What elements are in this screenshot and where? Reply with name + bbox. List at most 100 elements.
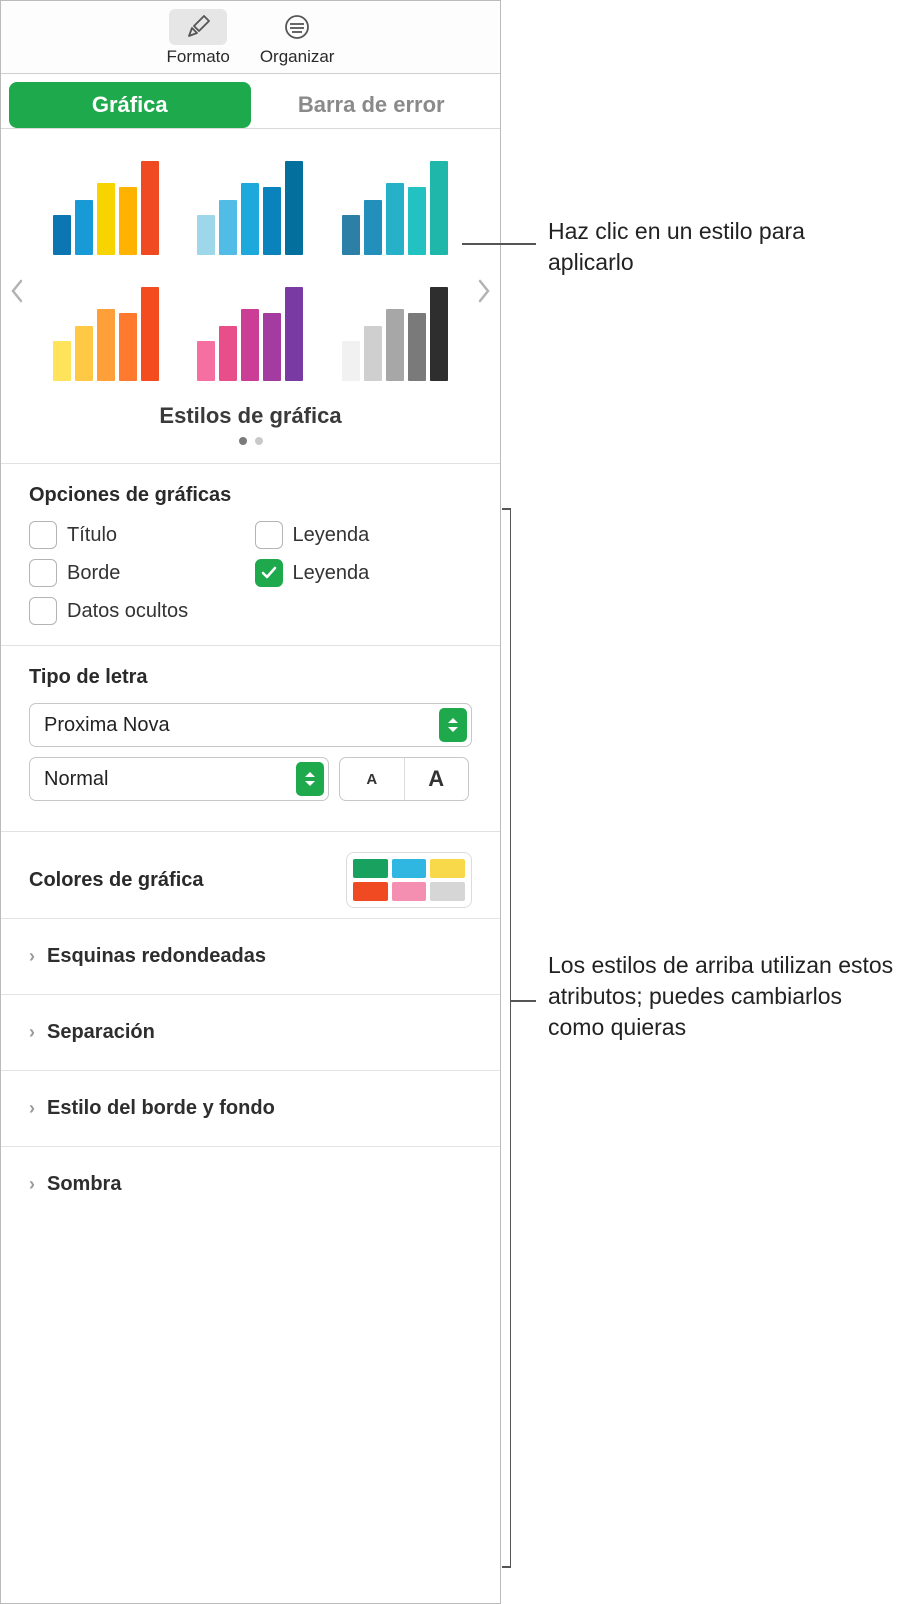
bar-icon — [53, 341, 71, 381]
arrange-tab-button[interactable]: Organizar — [254, 7, 341, 69]
stepper-icon — [296, 762, 324, 796]
color-cell — [353, 882, 388, 901]
inspector-toolbar: Formato Organizar — [1, 1, 500, 74]
font-family-value: Proxima Nova — [44, 714, 170, 737]
checkbox-label: Datos ocultos — [67, 600, 188, 623]
font-size-decrease-button[interactable]: A — [340, 758, 404, 800]
bar-icon — [430, 287, 448, 381]
tab-error-bars[interactable]: Barra de error — [251, 82, 493, 128]
bar-icon — [241, 183, 259, 255]
checkbox[interactable] — [255, 559, 283, 587]
chart-style-grid — [45, 159, 456, 385]
paintbrush-icon — [183, 13, 213, 41]
bar-icon — [241, 309, 259, 381]
chart-options-section: Opciones de gráficas TítuloLeyendaBordeL… — [1, 474, 500, 635]
checkmark-icon — [260, 564, 278, 582]
chart-style-thumb-4[interactable] — [45, 285, 167, 385]
font-style-select[interactable]: Normal — [29, 757, 329, 801]
bar-icon — [285, 287, 303, 381]
disclosure-label: Esquinas redondeadas — [47, 945, 266, 968]
bar-icon — [197, 341, 215, 381]
font-style-value: Normal — [44, 768, 108, 791]
callout-line — [462, 243, 536, 245]
checkbox[interactable] — [29, 559, 57, 587]
disclosure-separation[interactable]: › Separación — [1, 994, 500, 1070]
chart-style-thumb-5[interactable] — [189, 285, 311, 385]
bar-icon — [342, 341, 360, 381]
font-size-increase-button[interactable]: A — [404, 758, 469, 800]
chevron-right-icon — [477, 279, 491, 303]
divider — [1, 645, 500, 646]
chart-colors-swatch[interactable] — [346, 852, 472, 908]
arrange-tab-label: Organizar — [260, 47, 335, 67]
stepper-icon — [439, 708, 467, 742]
bar-icon — [263, 313, 281, 381]
bar-icon — [75, 200, 93, 255]
chevron-right-icon: › — [29, 1174, 35, 1195]
format-tab-label: Formato — [167, 47, 230, 67]
bar-icon — [119, 313, 137, 381]
option-4: Datos ocultos — [29, 597, 472, 625]
chart-style-thumb-6[interactable] — [334, 285, 456, 385]
bar-icon — [53, 215, 71, 255]
callout-line — [502, 1566, 511, 1568]
callout-line — [502, 508, 511, 510]
bar-icon — [408, 313, 426, 381]
font-family-select[interactable]: Proxima Nova — [29, 703, 472, 747]
bar-icon — [285, 161, 303, 255]
option-2: Borde — [29, 559, 247, 587]
styles-prev-button[interactable] — [3, 266, 31, 316]
color-cell — [392, 859, 427, 878]
bar-icon — [364, 326, 382, 381]
checkbox[interactable] — [29, 597, 57, 625]
bar-icon — [141, 161, 159, 255]
bar-icon — [342, 215, 360, 255]
checkbox[interactable] — [29, 521, 57, 549]
callout-bracket — [510, 508, 511, 1568]
page-dot-2[interactable] — [255, 437, 263, 445]
arrange-icon — [283, 13, 311, 41]
callout-line — [510, 1000, 536, 1002]
color-cell — [430, 882, 465, 901]
disclosure-border-background[interactable]: › Estilo del borde y fondo — [1, 1070, 500, 1146]
bar-icon — [263, 187, 281, 255]
chart-style-thumb-3[interactable] — [334, 159, 456, 259]
chart-colors-label: Colores de gráfica — [29, 869, 204, 892]
chart-options-grid: TítuloLeyendaBordeLeyendaDatos ocultos — [29, 521, 472, 625]
chart-styles-caption: Estilos de gráfica — [31, 403, 470, 429]
disclosure-label: Estilo del borde y fondo — [47, 1097, 275, 1120]
bar-icon — [364, 200, 382, 255]
chart-style-thumb-2[interactable] — [189, 159, 311, 259]
checkbox[interactable] — [255, 521, 283, 549]
bar-icon — [75, 326, 93, 381]
checkbox-label: Título — [67, 524, 117, 547]
bar-icon — [97, 183, 115, 255]
color-cell — [392, 882, 427, 901]
disclosure-label: Separación — [47, 1021, 155, 1044]
styles-next-button[interactable] — [470, 266, 498, 316]
chart-style-thumb-1[interactable] — [45, 159, 167, 259]
disclosure-rounded-corners[interactable]: › Esquinas redondeadas — [1, 918, 500, 994]
format-tab-button[interactable]: Formato — [161, 7, 236, 69]
style-page-dots — [31, 437, 470, 445]
checkbox-label: Leyenda — [293, 562, 370, 585]
font-size-stepper: A A — [339, 757, 469, 801]
font-section: Tipo de letra Proxima Nova Normal A A — [1, 656, 500, 821]
bar-icon — [141, 287, 159, 381]
bar-icon — [386, 309, 404, 381]
font-heading: Tipo de letra — [29, 666, 472, 689]
subtab-bar: Gráfica Barra de error — [1, 74, 500, 129]
bar-icon — [197, 215, 215, 255]
bar-icon — [408, 187, 426, 255]
bar-icon — [219, 326, 237, 381]
chart-colors-section: Colores de gráfica — [1, 842, 500, 918]
divider — [1, 831, 500, 832]
disclosure-shadow[interactable]: › Sombra — [1, 1146, 500, 1222]
color-cell — [353, 859, 388, 878]
option-3: Leyenda — [255, 559, 473, 587]
page-dot-1[interactable] — [239, 437, 247, 445]
bar-icon — [219, 200, 237, 255]
chevron-right-icon: › — [29, 1022, 35, 1043]
tab-chart[interactable]: Gráfica — [9, 82, 251, 128]
bar-icon — [430, 161, 448, 255]
